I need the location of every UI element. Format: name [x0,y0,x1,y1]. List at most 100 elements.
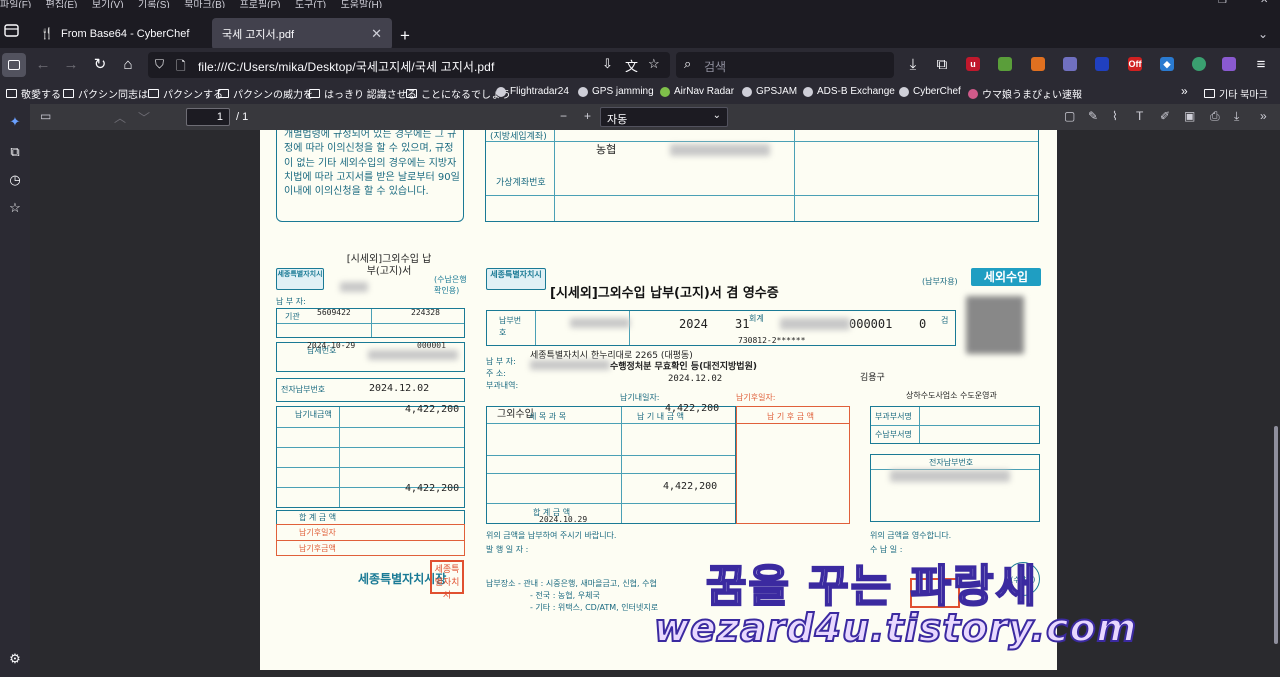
bookmark-label: パクシン同志は [78,90,148,101]
tab-title: From Base64 - CyberChef [61,28,190,40]
bookmark-item[interactable]: Flightradar24 [496,86,569,97]
serial: 000001 [417,341,446,350]
code-table: 기관 5609422 224328 [276,308,465,338]
shield-icon[interactable]: ⛉ [155,57,164,72]
sidebar-toggle-button[interactable] [2,53,26,77]
reload-button[interactable]: ↻ [89,54,111,76]
draw-icon[interactable]: ✐ [1160,109,1170,123]
bookmark-item[interactable]: AirNav Radar [660,86,734,97]
extensions-button[interactable]: ⧉ [931,54,953,76]
home-button[interactable]: ⌂ [117,54,139,76]
redacted-name [530,360,610,370]
comment-icon[interactable]: ▢ [1064,109,1075,123]
history-clock-icon[interactable]: ◷ [7,172,23,188]
redacted-id [570,318,630,328]
divider [737,423,849,424]
extension-puzzle-icon[interactable] [1063,57,1077,71]
restore-window-button[interactable]: ❐ [1218,0,1227,6]
search-bar[interactable]: ⌕ 검색 [676,52,894,78]
url-text[interactable]: file:///C:/Users/mika/Desktop/국세고지세/국세 고… [198,58,494,75]
bookmark-item[interactable]: パクシン同志は [63,86,148,101]
menu-view[interactable]: 보기(V) [92,0,124,8]
pdf-viewer[interactable]: 개별법령에 규정되어 있는 경우에는 그 규정에 따라 이의신청을 할 수 있으… [30,130,1280,677]
bookmark-item[interactable]: パクシンの威力を [218,86,313,101]
close-tab-icon[interactable]: ✕ [371,26,382,42]
ai-chatbot-sparkle-icon[interactable]: ✦ [7,114,23,130]
bookmark-item[interactable]: はっきり 認識させる [309,86,417,101]
search-icon: ⌕ [684,56,692,71]
bookmark-item[interactable]: GPSJAM [742,86,797,97]
tab-list-icon [4,24,19,37]
menu-edit[interactable]: 편집(E) [46,0,78,8]
bookmark-item[interactable]: CyberChef [899,86,961,97]
list-all-tabs-icon[interactable]: ⌄ [1258,27,1268,41]
bookmark-item[interactable]: GPS jamming [578,86,654,97]
menu-profiles[interactable]: 프로필(P) [240,0,281,8]
more-bookmarks-chevron-icon[interactable]: » [1181,84,1188,98]
menu-history[interactable]: 기록(S) [138,0,170,8]
zoom-in-icon[interactable]: + [584,109,591,123]
image-icon[interactable]: ▣ [1184,109,1195,123]
bank-name: 농협 [596,143,617,156]
payer-label-right: 납 부 자: [486,357,516,366]
menu-bookmarks[interactable]: 북마크(B) [184,0,225,8]
amount-right: 4,422,200 [665,403,720,414]
download-page-icon[interactable]: ⇩ [602,56,613,72]
receipt-sign-label: 수납부서명 [875,430,912,439]
folder-icon [406,89,417,98]
text-tool-icon[interactable]: T [1136,109,1143,123]
address-bar[interactable]: ⛉ 🗋 file:///C:/Users/mika/Desktop/국세고지세/… [148,52,670,78]
menu-file[interactable]: 파일(F) [0,0,31,8]
signature-icon[interactable]: ✎ [1088,109,1098,123]
menu-help[interactable]: 도움말(H) [341,0,382,8]
print-icon[interactable]: ⎙ [1210,109,1220,124]
sidebar-settings-gear-icon[interactable]: ⚙ [7,651,23,667]
bookmark-item[interactable]: パクシンする [148,86,223,101]
extension-orange-icon[interactable] [1031,57,1045,71]
back-button[interactable]: ← [32,54,54,76]
redacted-qr-code [966,296,1024,354]
other-bookmarks[interactable]: 기타 북마크 [1204,86,1268,101]
forward-button[interactable]: → [60,54,82,76]
extension-avatar-icon[interactable] [1222,57,1236,71]
bookmarks-star-icon[interactable]: ☆ [7,200,23,216]
e-payment-label: 전자납부번호 [281,385,326,394]
bookmark-item[interactable]: ウマ娘うまぴょい速報 [968,86,1082,101]
payer-label: 납 부 자: [276,297,306,306]
close-window-button[interactable]: ✕ [1260,0,1268,6]
toggle-pdf-sidebar-icon[interactable]: ▭ [40,109,51,123]
vertical-scrollbar[interactable] [1274,426,1278,644]
extension-shield-icon[interactable] [1095,57,1109,71]
zoom-select[interactable]: 자동 ⌄ [600,107,728,127]
app-menu-button[interactable]: ≡ [1250,54,1272,76]
highlight-icon[interactable]: ⌇ [1112,109,1118,123]
bookmark-label: パクシンする [163,90,223,101]
globe-icon [742,86,752,97]
translate-icon[interactable]: 文 [625,56,638,75]
extension-circle-icon[interactable] [1192,57,1206,71]
previous-page-icon[interactable]: ︿ [114,109,126,126]
extension-blue-shield-icon[interactable]: ◆ [1160,57,1174,71]
divider [919,407,920,443]
next-page-icon[interactable]: ﹀ [138,109,150,126]
menu-tools[interactable]: 도구(T) [295,0,326,8]
bookmark-star-icon[interactable]: ☆ [648,56,660,72]
bookmark-label: AirNav Radar [674,86,735,97]
address-label: 주 소: [486,369,506,378]
save-icon[interactable]: ⤓ [1234,109,1239,124]
extension-green-icon[interactable] [998,57,1012,71]
page-number-input[interactable]: 1 [186,108,230,126]
new-tab-button[interactable]: + [400,26,410,46]
tab-list-button[interactable] [0,20,24,42]
bookmark-item[interactable]: ADS-B Exchange [803,86,895,97]
extension-red-icon[interactable]: Off [1128,57,1142,71]
bookmark-item[interactable]: 敬愛する [6,86,61,101]
zoom-out-icon[interactable]: − [560,109,567,123]
ublock-icon[interactable]: u [966,57,980,71]
synced-tabs-icon[interactable]: ⧉ [7,144,23,160]
downloads-button[interactable]: ⤓ [902,54,924,76]
items-header: 세 목 과 목 [529,412,567,421]
more-tools-icon[interactable]: » [1260,109,1267,123]
tab-pdf[interactable]: 국세 고지서.pdf ✕ [212,18,392,50]
tab-cyberchef[interactable]: 🍴 From Base64 - CyberChef [30,18,212,50]
